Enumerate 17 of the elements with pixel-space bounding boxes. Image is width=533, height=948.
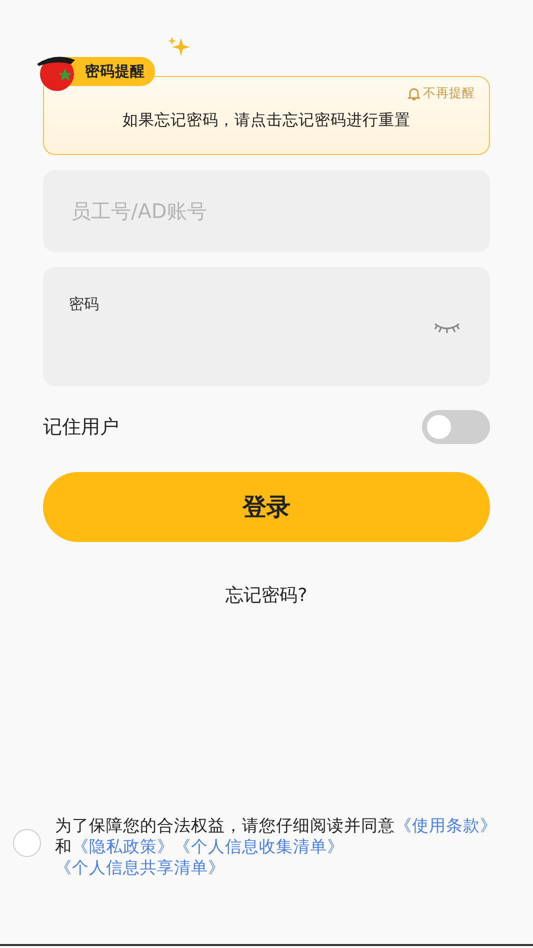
consent-radio[interactable] <box>13 829 41 857</box>
policy-link[interactable]: 《个人信息共享清单》 <box>55 858 225 877</box>
policy-link[interactable]: 《使用条款》 <box>395 816 497 835</box>
dismiss-button[interactable]: 不再提醒 <box>407 85 475 102</box>
login-button[interactable]: 登录 <box>43 472 490 542</box>
policy-link[interactable]: 《个人信息收集清单》 <box>174 837 344 856</box>
password-label: 密码 <box>69 295 99 314</box>
remember-label: 记住用户 <box>43 415 119 440</box>
remember-toggle[interactable] <box>422 410 490 444</box>
bell-icon <box>407 86 421 100</box>
closed-eye-icon[interactable] <box>434 321 460 335</box>
forgot-password-link[interactable]: 忘记密码? <box>220 582 314 608</box>
password-field[interactable]: 密码 <box>43 267 490 386</box>
reminder-message: 如果忘记密码，请点击忘记密码进行重置 <box>122 110 410 131</box>
username-field[interactable]: 员工号/AD账号 <box>43 170 490 252</box>
policy-link[interactable]: 《隐私政策》 <box>72 837 174 856</box>
consent-text: 为了保障您的合法权益，请您仔细阅读并同意《使用条款》 和《隐私政策》《个人信息收集清单》 《个人信息共享清单》 <box>55 815 498 878</box>
